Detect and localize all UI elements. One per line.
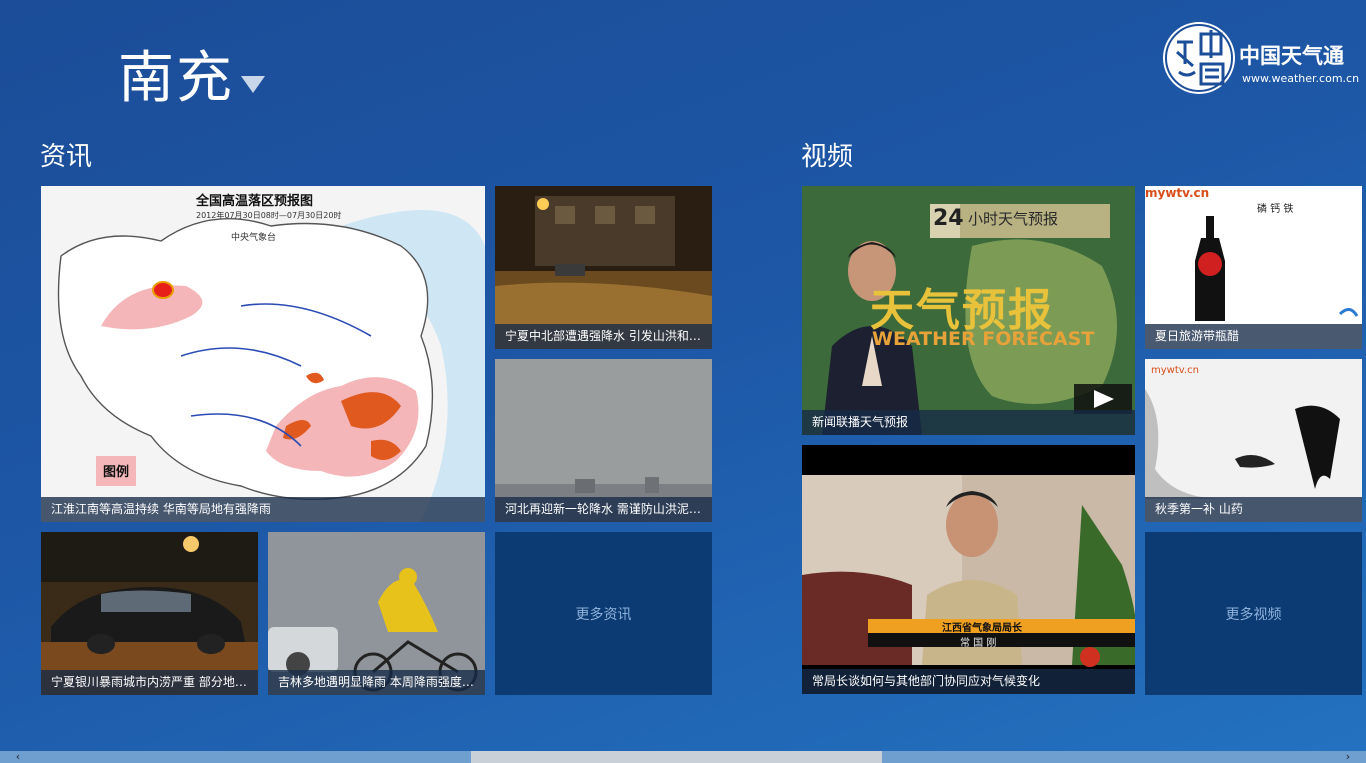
more-news-label: 更多资讯 [575,606,632,623]
city-name[interactable]: 南充 [118,44,234,114]
mineral-label: 磷 钙 铁 [1257,204,1294,215]
badge-number: 24 [933,206,964,231]
city-dropdown-chevron-icon[interactable] [241,76,265,93]
news-caption: 江淮江南等高温持续 华南等局地有强降雨 [41,497,485,522]
badge-text: 小时天气预报 [968,210,1059,228]
news-caption: 宁夏中北部遭遇强降水 引发山洪和严重内涝 [495,324,712,349]
brand-name: 中国天气通 [1239,43,1344,68]
news-tile-heat-map[interactable]: 全国高温落区预报图 2012年07月30日08时—07月30日20时 中央气象台… [41,186,485,522]
map-title: 全国高温落区预报图 [196,194,314,209]
brand-url: www.weather.com.cn [1242,72,1360,85]
video-tile-news-weather[interactable]: 24 小时天气预报 天气预报 WEATHER FORECAST 新闻联播天气预报 [802,186,1135,435]
news-tile-yinchuan-flood[interactable]: 宁夏银川暴雨城市内涝严重 部分地区积水 [41,532,258,695]
video-section-title[interactable]: 视频 [801,140,853,174]
more-video-button[interactable]: 更多视频 [1145,532,1362,695]
interview-name-banner: 常 国 刚 [960,638,997,649]
more-video-label: 更多视频 [1225,606,1282,623]
news-caption: 吉林多地遇明显降雨 本周降雨强度将加大 [268,670,485,695]
news-tile-jilin-rain[interactable]: 吉林多地遇明显降雨 本周降雨强度将加大 [268,532,485,695]
video-tile-yam[interactable]: mywtv.cn 秋季第一补 山药 [1145,359,1362,522]
scrollbar-thumb[interactable] [471,751,882,763]
news-tile-hebei-rain[interactable]: 河北再迎新一轮降水 需谨防山洪泥石流 [495,359,712,522]
map-legend-label: 图例 [103,465,130,480]
news-section-title[interactable]: 资讯 [40,140,92,174]
map-subtitle: 2012年07月30日08时—07月30日20时 [196,211,342,220]
news-tile-ningxia-rain[interactable]: 宁夏中北部遭遇强降水 引发山洪和严重内涝 [495,186,712,349]
video-caption: 常局长谈如何与其他部门协同应对气候变化 [802,669,1135,694]
news-caption: 河北再迎新一轮降水 需谨防山洪泥石流 [495,497,712,522]
interview-title-banner: 江西省气象局局长 [942,623,1022,634]
video-tile-vinegar[interactable]: mywtv.cn 磷 钙 铁 夏日旅游带瓶醋 [1145,186,1362,349]
video-caption: 秋季第一补 山药 [1145,497,1362,522]
video-site-tag: mywtv.cn [1145,186,1210,200]
brand-logo: 中国天气通 www.weather.com.cn [1163,22,1359,98]
video-caption: 夏日旅游带瓶醋 [1145,324,1362,349]
video-caption: 新闻联播天气预报 [802,410,1135,435]
banner-en: WEATHER FORECAST [872,328,1095,350]
scroll-right-arrow-icon[interactable]: › [1338,751,1358,763]
map-source: 中央气象台 [231,233,277,243]
seal-logo-icon [1163,22,1235,94]
horizontal-scrollbar[interactable]: ‹ › [0,751,1366,763]
news-caption: 宁夏银川暴雨城市内涝严重 部分地区积水 [41,670,258,695]
video-site-tag: mywtv.cn [1151,365,1199,376]
scroll-left-arrow-icon[interactable]: ‹ [8,751,28,763]
interview-video-thumbnail [802,445,1135,694]
more-news-button[interactable]: 更多资讯 [495,532,712,695]
video-tile-interview[interactable]: 江西省气象局局长 常 国 刚 常局长谈如何与其他部门协同应对气候变化 [802,445,1135,694]
